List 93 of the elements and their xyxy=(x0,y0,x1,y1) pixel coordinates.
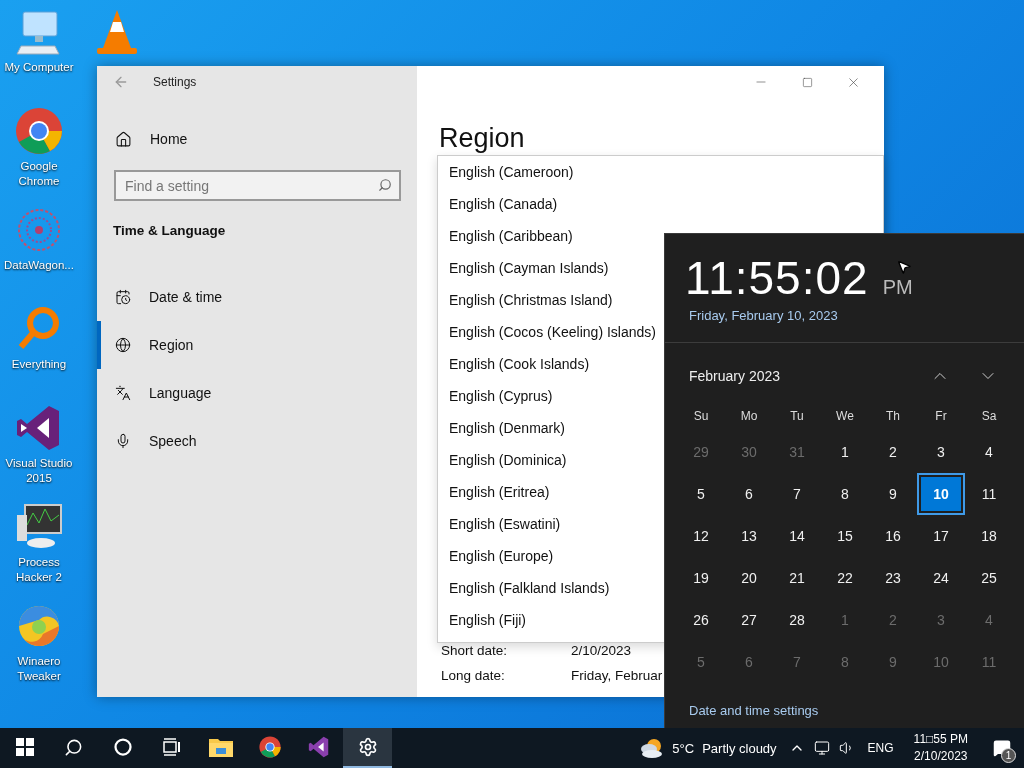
dropdown-option[interactable]: English (Cyprus) xyxy=(438,380,553,412)
dropdown-option[interactable]: English (Cocos (Keeling) Islands) xyxy=(438,316,656,348)
settings-icon xyxy=(357,737,378,757)
calendar-day[interactable]: 11 xyxy=(965,473,1013,515)
weekday-label: Sa xyxy=(980,408,998,425)
calendar-day[interactable]: 20 xyxy=(725,557,773,599)
dropdown-option[interactable]: English (Denmark) xyxy=(438,412,565,444)
calendar-day[interactable]: 3 xyxy=(917,431,965,473)
calendar-day[interactable]: 25 xyxy=(965,557,1013,599)
dropdown-option[interactable]: English (Eritrea) xyxy=(438,476,550,508)
dropdown-option[interactable]: English (Fiji) xyxy=(438,604,526,636)
chrome-icon xyxy=(13,105,65,157)
calendar-day[interactable]: 4 xyxy=(965,431,1013,473)
calendar-day[interactable]: 21 xyxy=(773,557,821,599)
monitor-icon xyxy=(814,740,831,756)
calendar-day[interactable]: 13 xyxy=(725,515,773,557)
dropdown-option[interactable]: English (Eswatini) xyxy=(438,508,561,540)
folder-icon xyxy=(208,737,233,757)
calendar-day[interactable]: 19 xyxy=(677,557,725,599)
notifications-button[interactable]: 1 xyxy=(980,728,1024,768)
nav-item[interactable]: Speech xyxy=(97,417,417,465)
dropdown-option[interactable]: English (Falkland Islands) xyxy=(438,572,610,604)
calendar-day[interactable]: 27 xyxy=(725,599,773,641)
weather-button[interactable]: 5°C Partly cloudy xyxy=(632,728,785,768)
mouse-cursor-icon xyxy=(896,259,912,275)
language-icon xyxy=(115,385,131,401)
dropdown-option[interactable]: English (Dominica) xyxy=(438,444,567,476)
weekday-label: Mo xyxy=(739,408,759,425)
window-title: Settings xyxy=(153,75,197,89)
task-view-icon xyxy=(162,738,181,756)
weekday-label: Tu xyxy=(789,408,805,425)
maximize-icon xyxy=(801,76,813,88)
language-button[interactable]: ENG xyxy=(859,728,902,768)
calendar-day[interactable]: 14 xyxy=(773,515,821,557)
nav-item[interactable]: Date & time xyxy=(97,273,417,321)
search-icon xyxy=(64,737,83,757)
globe-icon xyxy=(115,337,131,353)
date-link[interactable]: Friday, February 10, 2023 xyxy=(665,306,838,323)
clock-ampm: PM xyxy=(882,276,913,299)
month-title: February 2023 xyxy=(689,368,782,384)
calendar-day[interactable]: 1 xyxy=(821,431,869,473)
settings-link[interactable]: Date and time settings xyxy=(689,703,819,718)
dropdown-option[interactable]: English (Europe) xyxy=(438,540,554,572)
calendar-day[interactable]: 12 xyxy=(677,515,725,557)
calendar-day[interactable]: 15 xyxy=(821,515,869,557)
clock-button[interactable]: 11□55 PM 2/10/2023 xyxy=(901,728,980,768)
calendar-day[interactable]: 23 xyxy=(869,557,917,599)
weekday-label: Fr xyxy=(934,408,948,425)
visual-studio-icon xyxy=(306,735,331,759)
weekday-label: Su xyxy=(692,408,710,425)
notification-badge: 1 xyxy=(1001,748,1016,763)
calendar-day[interactable]: 9 xyxy=(869,473,917,515)
calendar-day[interactable]: 6 xyxy=(725,473,773,515)
calendar-day[interactable]: 26 xyxy=(677,599,725,641)
dropdown-option[interactable]: English (Cook Islands) xyxy=(438,348,590,380)
search-icon xyxy=(378,178,392,192)
chrome-icon xyxy=(257,735,282,759)
calendar-day[interactable]: 18 xyxy=(965,515,1013,557)
weekday-label: Th xyxy=(885,408,901,425)
field-value: Friday, Februar xyxy=(571,667,663,685)
calendar-day[interactable]: 5 xyxy=(677,473,725,515)
field-label: Short date: xyxy=(440,642,509,660)
calendar-day[interactable]: 8 xyxy=(821,473,869,515)
weekday-label: We xyxy=(835,408,855,425)
page-heading: Region xyxy=(439,122,526,155)
windows-icon xyxy=(15,738,34,756)
search-field[interactable]: Find a setting xyxy=(114,170,401,201)
dropdown-option[interactable]: English (Canada) xyxy=(438,188,558,220)
calendar-day[interactable]: 28 xyxy=(773,599,821,641)
field-label: Long date: xyxy=(440,667,506,685)
calendar-day[interactable]: 17 xyxy=(917,515,965,557)
home-nav-item[interactable]: Home xyxy=(97,121,417,157)
dropdown-option[interactable]: English (Caribbean) xyxy=(438,220,573,252)
dropdown-option[interactable]: English (Cayman Islands) xyxy=(438,252,609,284)
home-icon xyxy=(115,130,132,148)
calendar-day[interactable]: 24 xyxy=(917,557,965,599)
calendar-day[interactable]: 2 xyxy=(869,431,917,473)
calendar-day[interactable]: 10 xyxy=(919,475,963,513)
taskbar-button[interactable] xyxy=(343,728,392,768)
calendar-day[interactable]: 7 xyxy=(773,473,821,515)
nav-item[interactable]: Language xyxy=(97,369,417,417)
circle-icon xyxy=(113,738,132,756)
field-value: 2/10/2023 xyxy=(571,642,632,660)
section-title: Time & Language xyxy=(113,223,227,238)
microphone-icon xyxy=(115,433,131,449)
calendar-clock-icon xyxy=(115,289,131,305)
partly-cloudy-icon xyxy=(640,737,665,759)
dropdown-option[interactable]: English (Cameroon) xyxy=(438,156,574,188)
calendar-day[interactable]: 22 xyxy=(821,557,869,599)
clock-time: 11:55:02 xyxy=(685,251,869,306)
dropdown-option[interactable]: English (Christmas Island) xyxy=(438,284,613,316)
desktop-icon-label[interactable]: Winaero Tweaker xyxy=(0,654,78,684)
calendar-day[interactable]: 16 xyxy=(869,515,917,557)
